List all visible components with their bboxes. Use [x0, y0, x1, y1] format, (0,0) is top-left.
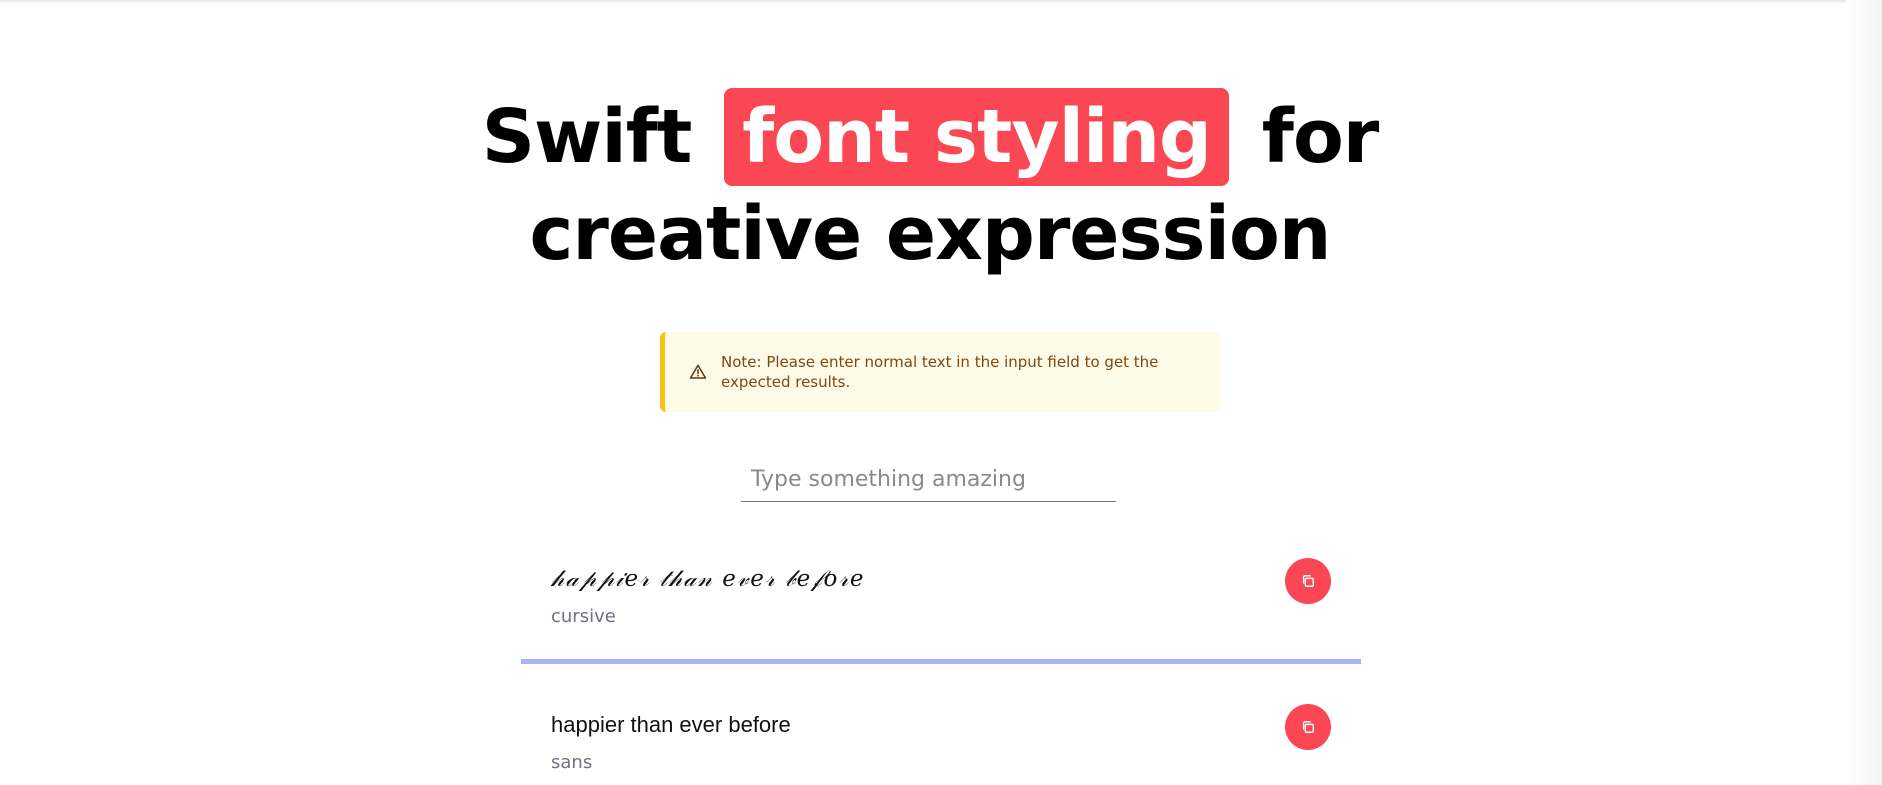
note-banner: Note: Please enter normal text in the in… [660, 332, 1220, 412]
result-text: happier than ever before [551, 712, 791, 737]
title-word-for: for [1261, 94, 1380, 180]
note-text: Note: Please enter normal text in the in… [721, 353, 1159, 391]
title-word-swift: Swift [481, 94, 693, 180]
result-row-sans: happier than ever before sans [521, 694, 1361, 785]
result-row-cursive: 𝒽𝒶𝓅𝓅𝒾𝑒𝓇 𝓉𝒽𝒶𝓃 𝑒𝓋𝑒𝓇 𝒷𝑒𝒻𝑜𝓇𝑒 cursive [521, 548, 1361, 664]
copy-icon [1301, 720, 1315, 734]
warning-triangle-icon [689, 363, 707, 381]
title-highlight: font styling [724, 88, 1229, 186]
result-label: cursive [551, 606, 616, 627]
copy-icon [1301, 574, 1315, 588]
result-label: sans [551, 752, 593, 773]
result-text: 𝒽𝒶𝓅𝓅𝒾𝑒𝓇 𝓉𝒽𝒶𝓃 𝑒𝓋𝑒𝓇 𝒷𝑒𝒻𝑜𝓇𝑒 [551, 566, 865, 592]
top-shadow [0, 0, 1882, 4]
page: Swift font styling for creative expressi… [0, 0, 1882, 785]
title-line-2: creative expression [529, 191, 1332, 277]
page-title: Swift font styling for creative expressi… [480, 88, 1380, 282]
text-input-wrapper [741, 458, 1116, 502]
right-gutter [1846, 0, 1882, 785]
copy-button[interactable] [1285, 558, 1331, 604]
copy-button[interactable] [1285, 704, 1331, 750]
text-input[interactable] [741, 458, 1116, 501]
